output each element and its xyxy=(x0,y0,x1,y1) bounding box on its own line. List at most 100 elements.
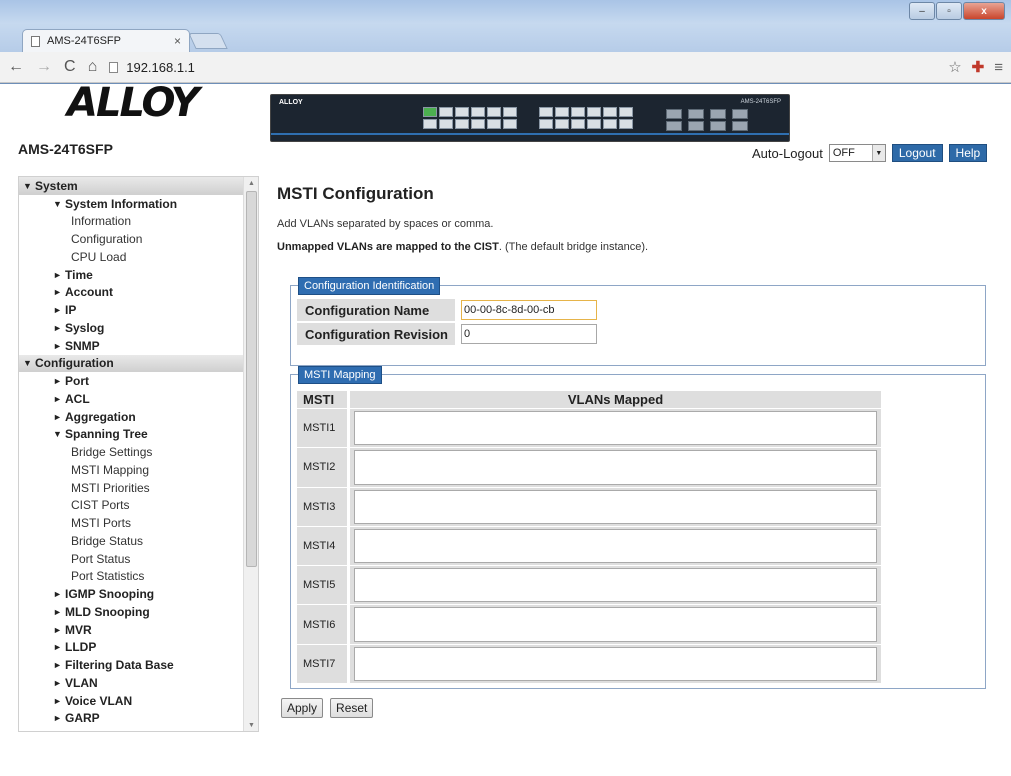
sidebar-item[interactable]: MSTI Mapping xyxy=(19,461,244,479)
forward-icon[interactable]: → xyxy=(36,58,52,76)
scroll-thumb[interactable] xyxy=(246,191,257,567)
auto-logout-select[interactable]: OFF ▼ xyxy=(828,144,886,162)
vlans-mapped-cell xyxy=(350,448,881,487)
sidebar-item[interactable]: ► Aggregation xyxy=(19,408,244,426)
sidebar-item[interactable]: ► Port xyxy=(19,372,244,390)
sidebar-item[interactable]: ► VLAN xyxy=(19,674,244,692)
sidebar-item-label: Spanning Tree xyxy=(65,427,148,442)
msti-mapping-legend: MSTI Mapping xyxy=(298,366,382,384)
browser-tab[interactable]: AMS-24T6SFP × xyxy=(22,29,190,52)
minimize-button[interactable]: – xyxy=(909,2,935,20)
expanded-triangle-icon: ▼ xyxy=(23,180,32,191)
sidebar-item[interactable]: ► MVR xyxy=(19,621,244,639)
sidebar-item[interactable]: CIST Ports xyxy=(19,497,244,515)
sidebar-item[interactable]: Configuration xyxy=(19,230,244,248)
tab-close-icon[interactable]: × xyxy=(174,34,181,48)
sidebar-scrollbar[interactable]: ▲ ▼ xyxy=(243,177,258,731)
extension-icon[interactable]: ✚ xyxy=(972,58,985,76)
port xyxy=(619,107,633,117)
sidebar-item-label: MSTI Mapping xyxy=(71,462,150,477)
address-bar[interactable]: 192.168.1.1 xyxy=(109,56,930,78)
vlans-mapped-textarea[interactable] xyxy=(354,607,877,642)
sidebar-item[interactable]: Port Statistics xyxy=(19,568,244,586)
config-name-label: Configuration Name xyxy=(297,299,455,321)
sidebar-item[interactable]: ▼ Spanning Tree xyxy=(19,426,244,444)
msti-id-cell: MSTI6 xyxy=(297,605,347,644)
sidebar-item[interactable]: ► GARP xyxy=(19,710,244,728)
sidebar-item-label: Port Statistics xyxy=(71,569,145,584)
sidebar-item[interactable]: ► Time xyxy=(19,266,244,284)
home-icon[interactable]: ⌂ xyxy=(88,58,98,76)
sidebar-item[interactable]: ►GVRP xyxy=(19,727,244,732)
sidebar-item-label: CIST Ports xyxy=(71,498,130,513)
page-icon xyxy=(31,35,40,47)
sidebar-item[interactable]: ▼ Configuration xyxy=(19,354,244,373)
sidebar-item[interactable]: ▼ System Information xyxy=(19,195,244,213)
close-window-button[interactable]: x xyxy=(963,2,1005,20)
sfp-port xyxy=(710,109,726,119)
back-icon[interactable]: ← xyxy=(8,58,24,76)
scroll-down-icon[interactable]: ▼ xyxy=(244,719,258,731)
auto-logout-controls: Auto-Logout OFF ▼ Logout Help xyxy=(752,144,988,162)
vlans-mapped-textarea[interactable] xyxy=(354,411,877,446)
sidebar-item[interactable]: Port Status xyxy=(19,550,244,568)
sidebar-item[interactable]: ► IGMP Snooping xyxy=(19,585,244,603)
apply-button[interactable]: Apply xyxy=(281,698,324,718)
port xyxy=(603,107,617,117)
sidebar-item[interactable]: ► ACL xyxy=(19,390,244,408)
sidebar-item[interactable]: CPU Load xyxy=(19,248,244,266)
sidebar-item[interactable]: ► Syslog xyxy=(19,319,244,337)
bookmark-star-icon[interactable]: ☆ xyxy=(948,58,961,76)
sidebar-item-label: Account xyxy=(65,285,113,300)
sidebar-item[interactable]: ► Account xyxy=(19,284,244,302)
collapsed-triangle-icon: ► xyxy=(53,731,65,732)
reset-button[interactable]: Reset xyxy=(330,698,374,718)
sidebar-item[interactable]: Bridge Settings xyxy=(19,443,244,461)
config-name-input[interactable]: 00-00-8c-8d-00-cb xyxy=(461,300,597,320)
window-titlebar: AMS-24T6SFP × – ▫ x xyxy=(0,0,1011,52)
help-button[interactable]: Help xyxy=(948,144,988,162)
config-revision-input[interactable]: 0 xyxy=(461,324,597,344)
sidebar-item[interactable]: Bridge Status xyxy=(19,532,244,550)
vlans-mapped-textarea[interactable] xyxy=(354,646,877,682)
sidebar-item[interactable]: ► IP xyxy=(19,301,244,319)
msti-mapping-table: MSTI VLANs Mapped MSTI1 MSTI2 MSTI3 MSTI4 MS… xyxy=(297,391,881,684)
vlans-mapped-textarea[interactable] xyxy=(354,528,877,564)
vlans-mapped-textarea[interactable] xyxy=(354,450,877,485)
port xyxy=(587,107,601,117)
port xyxy=(455,107,469,117)
vlans-mapped-textarea[interactable] xyxy=(354,568,877,603)
collapsed-triangle-icon: ► xyxy=(53,589,62,600)
sidebar-item[interactable]: ► Filtering Data Base xyxy=(19,656,244,674)
sidebar-item[interactable]: ▼ System xyxy=(19,177,244,195)
config-name-row: Configuration Name 00-00-8c-8d-00-cb xyxy=(297,299,597,321)
configuration-identification-fieldset: Configuration Identification Configurati… xyxy=(290,277,986,366)
sidebar-item[interactable]: MSTI Ports xyxy=(19,514,244,532)
sidebar-item[interactable]: ► SNMP xyxy=(19,337,244,355)
collapsed-triangle-icon: ► xyxy=(53,606,62,617)
table-row: MSTI3 xyxy=(297,487,881,526)
collapsed-triangle-icon: ► xyxy=(53,695,62,706)
scroll-up-icon[interactable]: ▲ xyxy=(244,177,258,189)
sidebar-item[interactable]: ► LLDP xyxy=(19,639,244,657)
port xyxy=(539,119,553,129)
sidebar-item-label: Filtering Data Base xyxy=(65,658,174,673)
menu-icon[interactable]: ≡ xyxy=(994,59,1003,76)
table-row: MSTI4 xyxy=(297,526,881,566)
vlans-mapped-textarea[interactable] xyxy=(354,489,877,524)
port xyxy=(503,107,517,117)
port xyxy=(439,119,453,129)
sidebar-item[interactable]: ► MLD Snooping xyxy=(19,603,244,621)
new-tab-button[interactable] xyxy=(188,33,228,49)
sidebar-tree: ▼ System ▼ System Information Information Con… xyxy=(19,177,244,732)
sidebar-item[interactable]: MSTI Priorities xyxy=(19,479,244,497)
logout-button[interactable]: Logout xyxy=(891,144,943,162)
maximize-button[interactable]: ▫ xyxy=(936,2,962,20)
url-text: 192.168.1.1 xyxy=(126,59,195,75)
reload-icon[interactable]: C xyxy=(64,58,76,76)
sidebar-item[interactable]: ► Voice VLAN xyxy=(19,692,244,710)
sidebar-item-label: Aggregation xyxy=(65,409,136,424)
expanded-triangle-icon: ▼ xyxy=(53,198,62,209)
msti-id-cell: MSTI2 xyxy=(297,448,347,487)
sidebar-item[interactable]: Information xyxy=(19,213,244,231)
